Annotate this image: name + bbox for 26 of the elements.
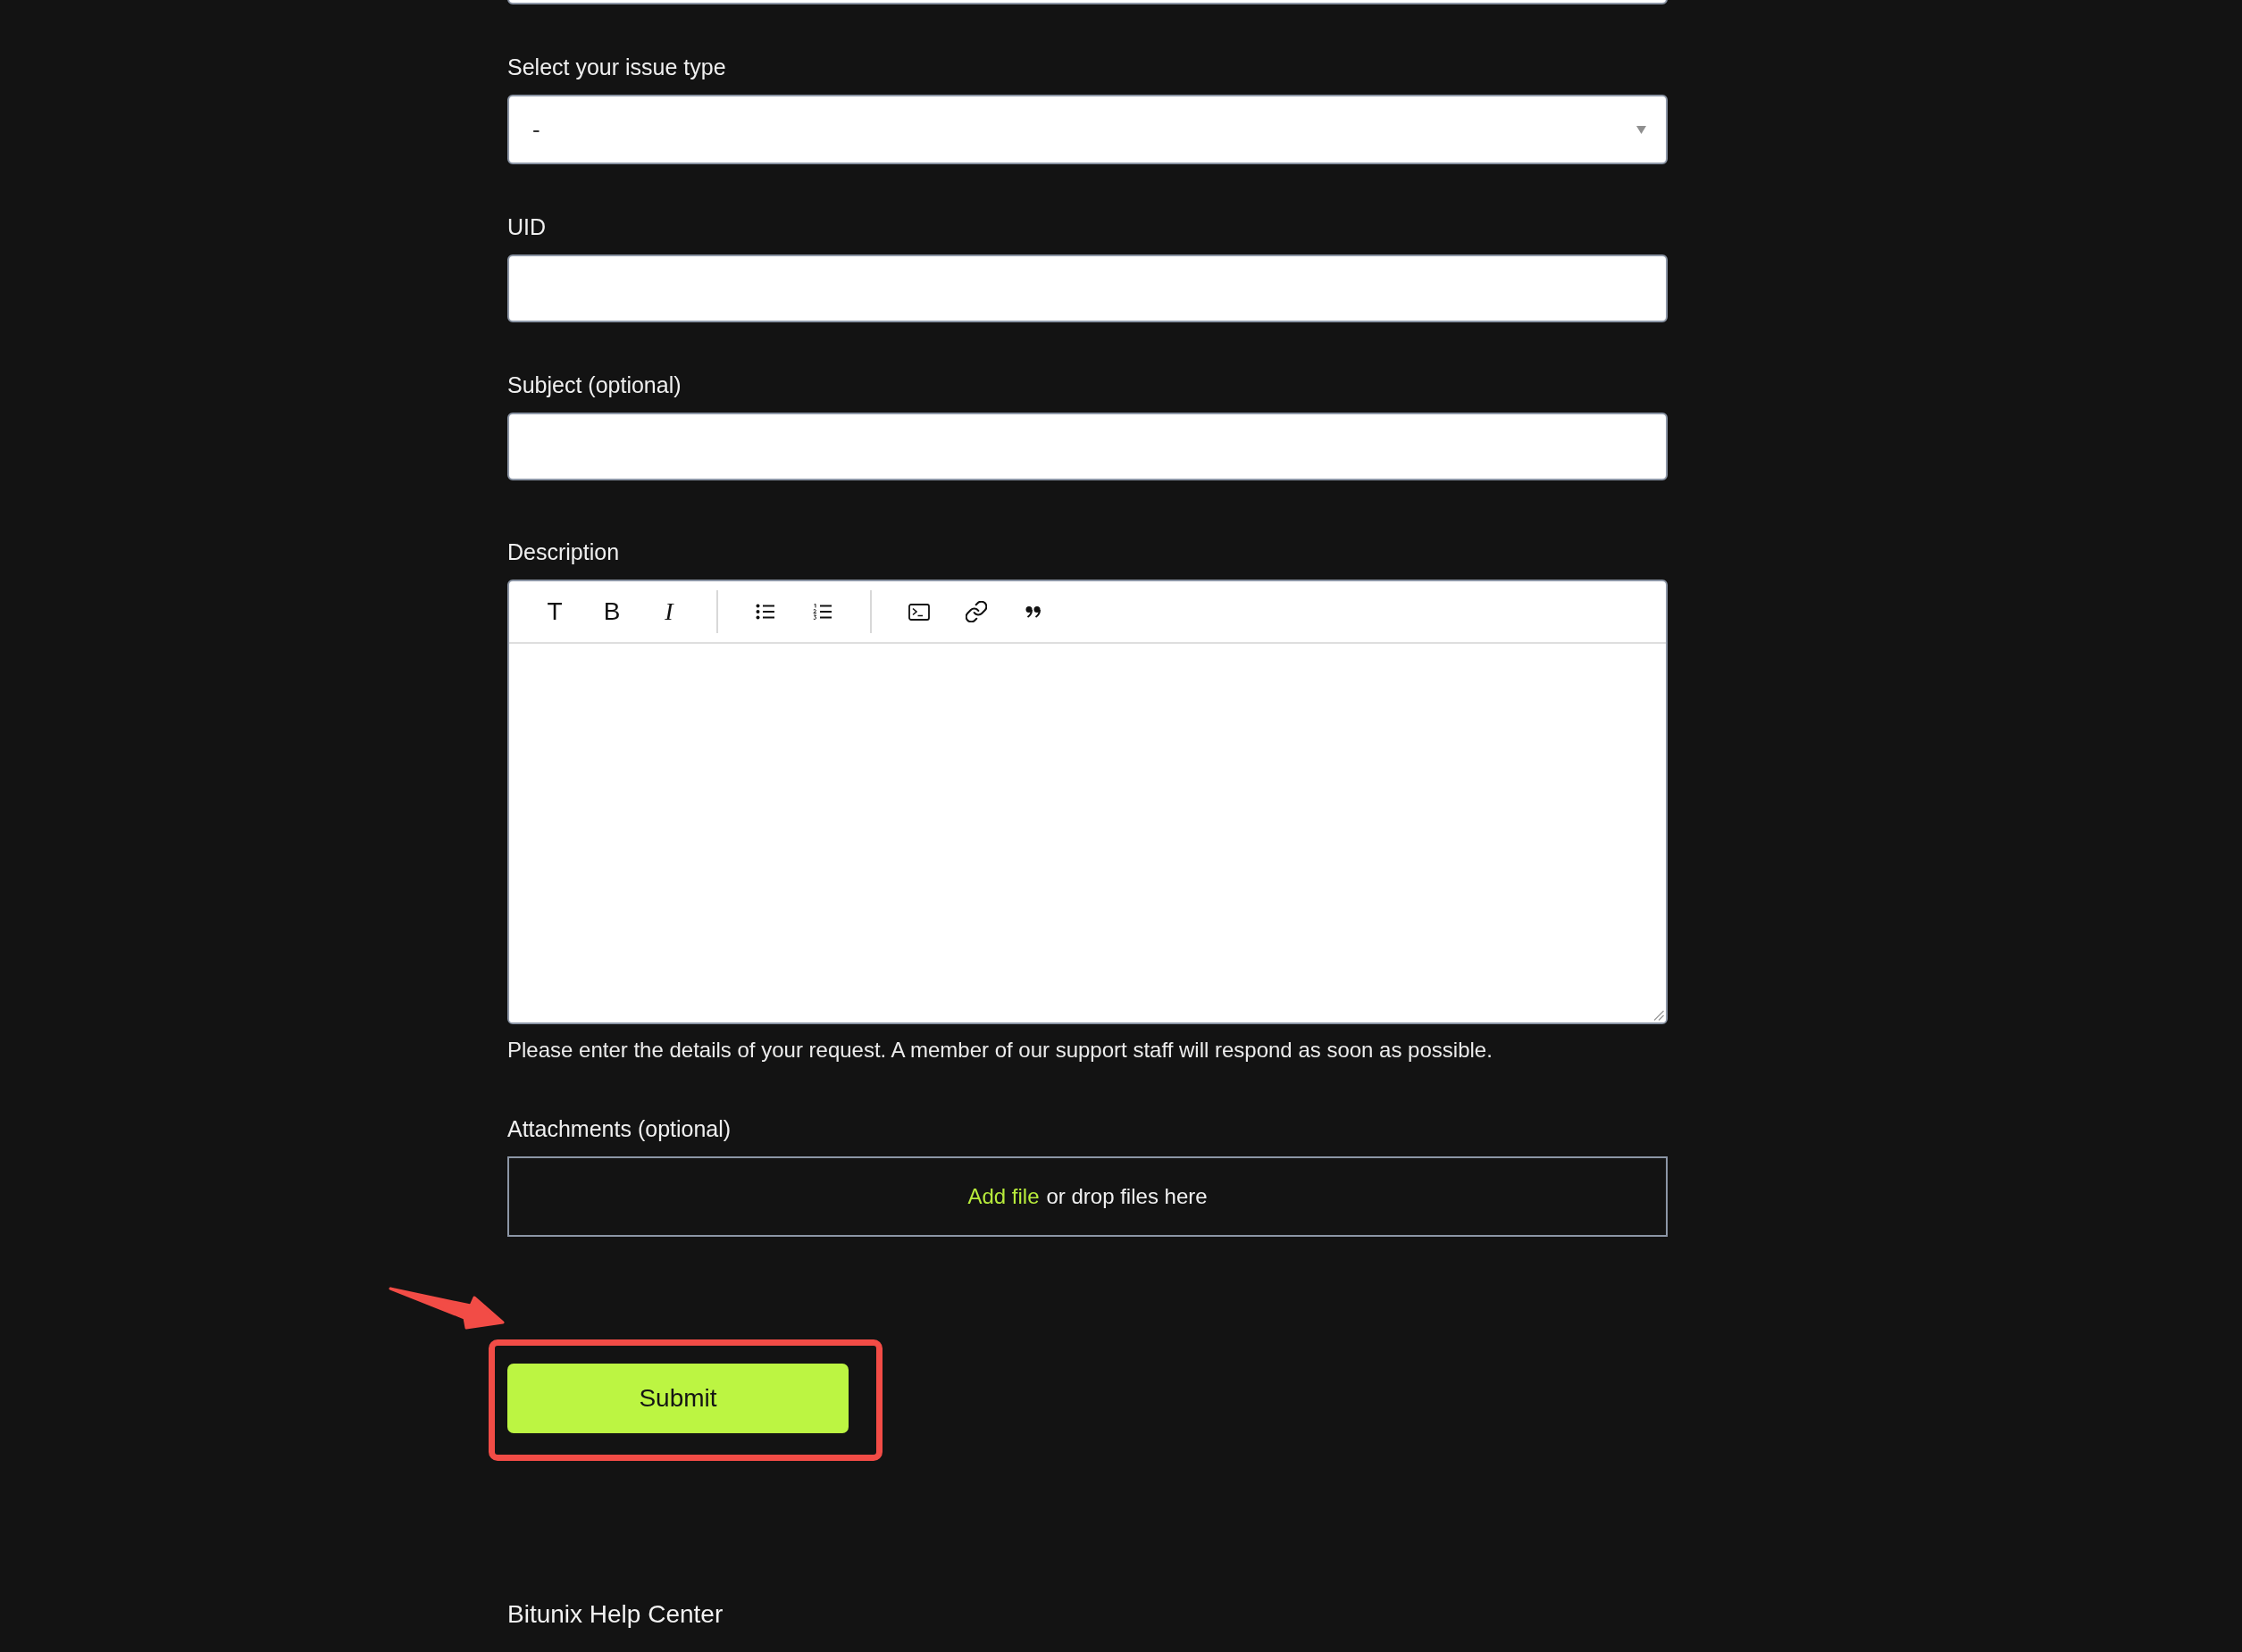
field-label: Select your issue type xyxy=(507,54,726,81)
numbered-list-icon[interactable] xyxy=(813,604,832,620)
text-editor[interactable]: T B I xyxy=(507,580,1668,1024)
field-label: Subject (optional) xyxy=(507,371,682,399)
submit-button[interactable]: Submit xyxy=(507,1364,849,1433)
italic-button[interactable]: I xyxy=(649,592,689,631)
help-center-title: Bitunix Help Center xyxy=(507,1599,724,1630)
input-field[interactable] xyxy=(507,413,1668,480)
link-icon[interactable] xyxy=(966,601,987,622)
field-label: Description xyxy=(507,538,620,566)
field-label: UID xyxy=(507,213,547,241)
text-format-button[interactable]: T xyxy=(535,592,574,631)
drop-hint-text: or drop files here xyxy=(1046,1183,1208,1210)
help-text: Please enter the details of your request. A member of our support staff will respond as soon as possible. xyxy=(507,1037,1493,1064)
arrow-icon xyxy=(388,1286,506,1331)
bullet-list-icon[interactable] xyxy=(756,604,775,620)
file-drop-zone[interactable]: Add file or drop files here xyxy=(507,1156,1668,1237)
select-field[interactable]: - xyxy=(507,95,1668,164)
field-label: Attachments (optional) xyxy=(507,1115,732,1143)
add-file-link[interactable]: Add file xyxy=(967,1181,1040,1213)
quote-icon[interactable] xyxy=(1025,605,1042,618)
input-field[interactable] xyxy=(507,254,1668,322)
resize-handle-icon[interactable] xyxy=(1653,1010,1664,1021)
caret-icon xyxy=(1636,125,1646,134)
terminal-icon[interactable] xyxy=(908,603,930,621)
bold-button[interactable]: B xyxy=(592,592,632,631)
